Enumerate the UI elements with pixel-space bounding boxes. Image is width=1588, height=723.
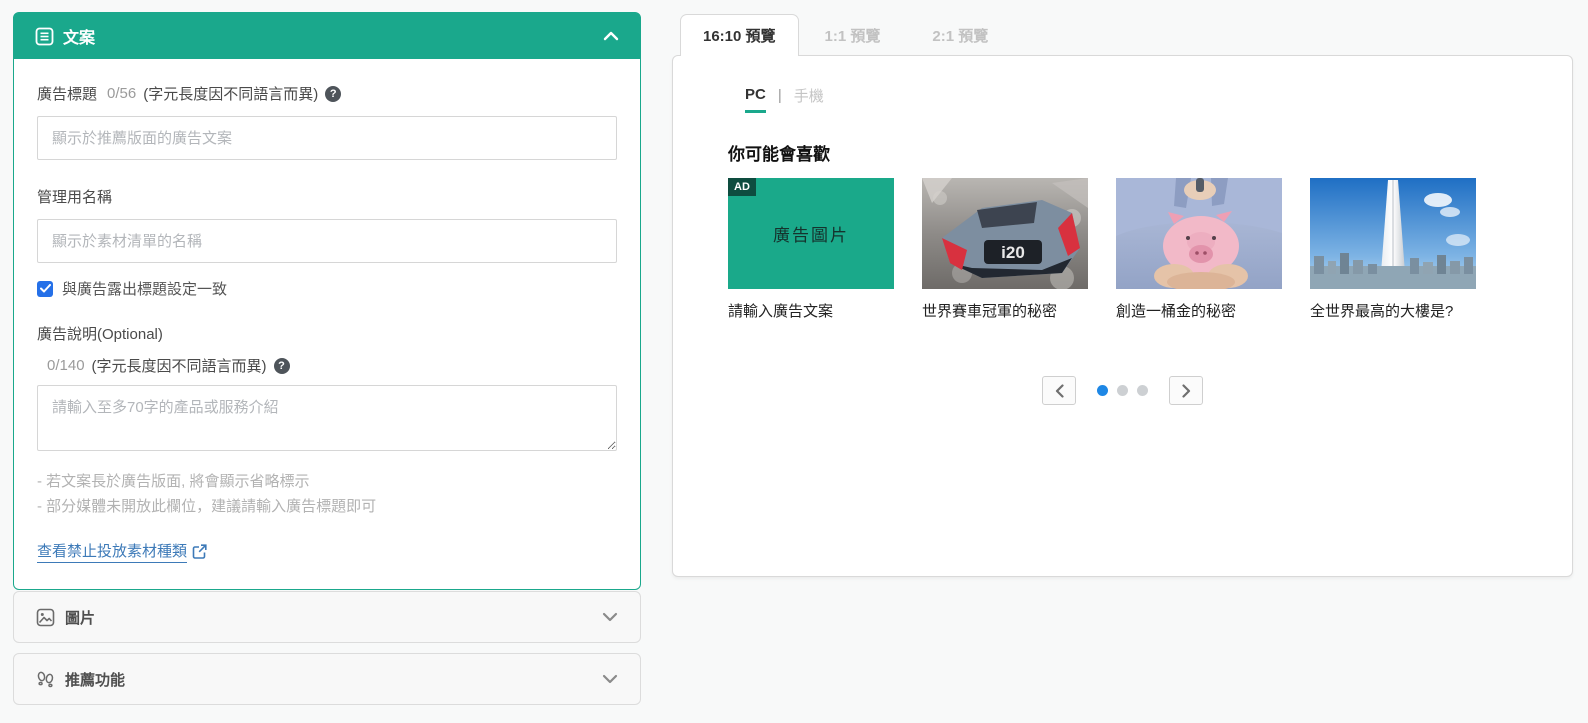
carousel-dot[interactable] xyxy=(1137,385,1148,396)
copy-notes: - 若文案長於廣告版面, 將會顯示省略標示 - 部分媒體未開放此欄位，建議請輸入… xyxy=(37,469,617,519)
copy-panel-body: 廣告標題 0/56 (字元長度因不同語言而異) ? 管理用名稱 與廣告露出標題設… xyxy=(14,59,640,589)
prohibited-creatives-link[interactable]: 查看禁止投放素材種類 xyxy=(37,540,207,563)
ad-title-hint: (字元長度因不同語言而異) xyxy=(143,86,319,103)
preview-card-piggy-bank: 創造一桶金的秘密 xyxy=(1116,178,1282,321)
preview-heading: 你可能會喜歡 xyxy=(728,145,830,164)
ad-placeholder-label: 廣告圖片 xyxy=(773,226,849,245)
ad-title-label-row: 廣告標題 0/56 (字元長度因不同語言而異) ? xyxy=(37,83,617,104)
ad-desc-hint: (字元長度因不同語言而異) xyxy=(91,358,267,375)
carousel-dots xyxy=(1097,385,1148,396)
ad-placeholder-image: AD 廣告圖片 xyxy=(728,178,894,289)
carousel-prev-button[interactable] xyxy=(1042,376,1076,405)
external-link-icon xyxy=(192,544,207,559)
ad-desc-counter-row: 0/140 (字元長度因不同語言而異) ? xyxy=(37,355,617,376)
rally-car-number: i20 xyxy=(1001,243,1025,262)
section-images-label: 圖片 xyxy=(65,609,96,627)
ad-title-counter: 0/56 xyxy=(107,85,137,102)
device-toggle-pc[interactable]: PC xyxy=(745,86,766,113)
image-icon xyxy=(36,608,55,627)
copy-note-line: - 若文案長於廣告版面, 將會顯示省略標示 xyxy=(37,473,310,490)
copy-note-line: - 部分媒體未開放此欄位，建議請輸入廣告標題即可 xyxy=(37,498,377,515)
ad-desc-counter: 0/140 xyxy=(47,357,85,374)
card-caption: 全世界最高的大樓是? xyxy=(1310,303,1454,320)
checkbox-checked-icon[interactable] xyxy=(37,280,53,297)
chevron-down-icon xyxy=(602,674,618,684)
carousel-controls xyxy=(673,376,1572,405)
tab-2-1-preview[interactable]: 2:1 預覽 xyxy=(906,14,1014,56)
section-recommended-features-label: 推薦功能 xyxy=(65,671,126,689)
admin-name-input[interactable] xyxy=(37,219,617,263)
device-toggle: PC | 手機 xyxy=(745,85,1572,113)
ad-desc-label: 廣告說明(Optional) xyxy=(37,326,163,343)
preview-cards-row: AD 廣告圖片 請輸入廣告文案 i20 世界賽車冠軍的秘密 創造一桶金的秘密 全… xyxy=(728,178,1572,321)
section-images[interactable]: 圖片 xyxy=(13,591,641,643)
preview-card-skyscraper: 全世界最高的大樓是? xyxy=(1310,178,1476,321)
skyscraper-image xyxy=(1310,178,1476,289)
card-caption: 請輸入廣告文案 xyxy=(728,303,834,320)
admin-name-label-row: 管理用名稱 xyxy=(37,186,617,207)
tab-16-10-preview[interactable]: 16:10 預覽 xyxy=(680,14,799,56)
help-icon[interactable]: ? xyxy=(325,85,342,102)
preview-tabs: 16:10 預覽 1:1 預覽 2:1 預覽 xyxy=(672,14,1014,56)
copy-panel-title: 文案 xyxy=(63,30,96,47)
preview-box: PC | 手機 你可能會喜歡 AD 廣告圖片 請輸入廣告文案 i20 世界賽車冠… xyxy=(672,55,1573,577)
carousel-dot[interactable] xyxy=(1097,385,1108,396)
chevron-up-icon[interactable] xyxy=(603,31,619,41)
document-icon xyxy=(35,27,54,46)
help-icon[interactable]: ? xyxy=(273,357,290,374)
piggy-bank-image xyxy=(1116,178,1282,289)
carousel-next-button[interactable] xyxy=(1169,376,1203,405)
ad-title-input[interactable] xyxy=(37,116,617,160)
admin-name-label: 管理用名稱 xyxy=(37,189,113,206)
sync-title-checkbox-label: 與廣告露出標題設定一致 xyxy=(62,281,228,298)
copy-panel-header[interactable]: 文案 xyxy=(14,13,640,59)
ad-desc-textarea[interactable] xyxy=(37,385,617,451)
device-toggle-separator: | xyxy=(777,87,782,104)
ad-badge: AD xyxy=(728,178,756,196)
tab-1-1-preview[interactable]: 1:1 預覽 xyxy=(799,14,907,56)
ad-desc-label-row: 廣告說明(Optional) xyxy=(37,323,617,344)
ad-title-label: 廣告標題 xyxy=(37,86,98,103)
prohibited-creatives-link-label: 查看禁止投放素材種類 xyxy=(37,540,188,563)
carousel-dot[interactable] xyxy=(1117,385,1128,396)
chevron-down-icon xyxy=(602,612,618,622)
footprints-icon xyxy=(36,670,55,689)
card-caption: 世界賽車冠軍的秘密 xyxy=(922,303,1058,320)
device-toggle-mobile[interactable]: 手機 xyxy=(794,85,824,113)
preview-card-ad-placeholder: AD 廣告圖片 請輸入廣告文案 xyxy=(728,178,894,321)
preview-card-rally-car: i20 世界賽車冠軍的秘密 xyxy=(922,178,1088,321)
sync-title-checkbox-row[interactable]: 與廣告露出標題設定一致 xyxy=(37,278,617,299)
copy-panel: 文案 廣告標題 0/56 (字元長度因不同語言而異) ? 管理用名稱 與廣告露出… xyxy=(13,12,641,590)
card-caption: 創造一桶金的秘密 xyxy=(1116,303,1237,320)
section-recommended-features[interactable]: 推薦功能 xyxy=(13,653,641,705)
rally-car-image: i20 xyxy=(922,178,1088,289)
